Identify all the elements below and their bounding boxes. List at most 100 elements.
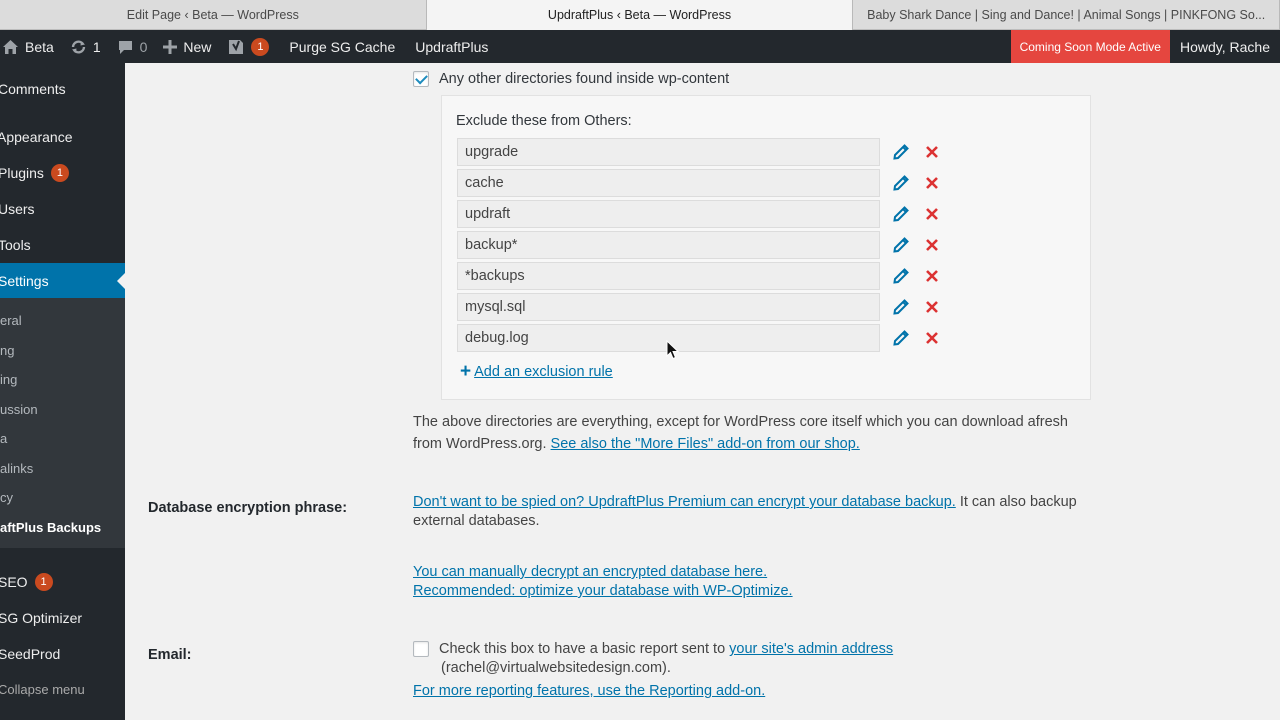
- delete-x-icon[interactable]: [924, 144, 940, 160]
- settings-submenu: eral ng ing ussion a alinks cy aftPlus B…: [0, 298, 125, 548]
- comments-count: 0: [139, 38, 148, 55]
- seo-count: 1: [34, 573, 53, 591]
- collapse-menu-label: Collapse menu: [0, 681, 85, 697]
- submenu-item-general[interactable]: eral: [0, 306, 125, 334]
- yoast-icon: [227, 38, 245, 56]
- delete-x-icon[interactable]: [924, 237, 940, 253]
- updates-link[interactable]: 1: [62, 30, 109, 63]
- yoast-link[interactable]: 1: [219, 30, 277, 63]
- delete-x-icon[interactable]: [924, 330, 940, 346]
- exclusion-rule-row: backup*: [457, 231, 1077, 259]
- add-exclusion-rule-link[interactable]: + Add an exclusion rule: [460, 362, 613, 381]
- pencil-icon[interactable]: [892, 298, 910, 316]
- submenu-item-updraftplus-backups[interactable]: aftPlus Backups: [0, 513, 125, 541]
- pencil-icon[interactable]: [892, 174, 910, 192]
- other-directories-label: Any other directories found inside wp-co…: [439, 71, 730, 87]
- delete-x-icon[interactable]: [924, 206, 940, 222]
- sidebar-item-label: SG Optimizer: [0, 610, 83, 626]
- updraftplus-link[interactable]: UpdraftPlus: [403, 30, 496, 63]
- sidebar-item-label: Appearance: [0, 129, 73, 145]
- comment-icon: [117, 39, 134, 55]
- delete-x-icon[interactable]: [924, 175, 940, 191]
- yoast-count: 1: [251, 37, 270, 56]
- other-directories-option: Any other directories found inside wp-co…: [413, 71, 729, 87]
- sidebar-item-comments[interactable]: Comments: [0, 71, 125, 107]
- exclusion-rule-row: updraft: [457, 200, 1077, 228]
- admin-bar: Beta 1 0 New 1 Purge SG Cache UpdraftPlu…: [0, 30, 1280, 63]
- sidebar-item-tools[interactable]: Tools: [0, 227, 125, 263]
- database-encryption-label: Database encryption phrase:: [148, 500, 348, 516]
- site-name-link[interactable]: Beta: [0, 30, 62, 63]
- pencil-icon[interactable]: [892, 236, 910, 254]
- submenu-item-privacy[interactable]: cy: [0, 483, 125, 511]
- exclusion-rule-field[interactable]: upgrade: [457, 138, 880, 166]
- pencil-icon[interactable]: [892, 267, 910, 285]
- site-name-label: Beta: [25, 38, 54, 55]
- admin-sidebar: Comments Appearance Plugins 1 Users Tool…: [0, 63, 125, 720]
- sidebar-item-label: Settings: [0, 273, 49, 289]
- sidebar-item-appearance[interactable]: Appearance: [0, 119, 125, 155]
- browser-tab-edit-page[interactable]: Edit Page ‹ Beta — WordPress: [0, 0, 427, 30]
- sidebar-item-plugins[interactable]: Plugins 1: [0, 155, 125, 191]
- database-links: You can manually decrypt an encrypted da…: [413, 563, 793, 601]
- exclude-title: Exclude these from Others:: [456, 113, 632, 129]
- more-files-addon-link[interactable]: See also the "More Files" add-on from ou…: [551, 436, 860, 452]
- exclusion-rule-field[interactable]: *backups: [457, 262, 880, 290]
- new-content-link[interactable]: New: [155, 30, 219, 63]
- submenu-item-discussion[interactable]: ussion: [0, 395, 125, 423]
- email-report-text: Check this box to have a basic report se…: [439, 640, 893, 678]
- delete-x-icon[interactable]: [924, 268, 940, 284]
- exclusion-rule-row: *backups: [457, 262, 1077, 290]
- exclusion-rule-row: upgrade: [457, 138, 1077, 166]
- coming-soon-badge[interactable]: Coming Soon Mode Active: [1010, 30, 1170, 63]
- decrypt-database-link[interactable]: You can manually decrypt an encrypted da…: [413, 563, 793, 582]
- sidebar-item-seedprod[interactable]: SeedProd: [0, 636, 125, 672]
- email-address: (rachel@virtualwebsitedesign.com).: [441, 660, 671, 676]
- admin-address-link[interactable]: your site's admin address: [729, 641, 893, 657]
- collapse-menu-button[interactable]: Collapse menu: [0, 671, 125, 707]
- sidebar-item-label: SeedProd: [0, 646, 61, 662]
- email-report-checkbox[interactable]: [413, 641, 429, 657]
- browser-tab-updraftplus[interactable]: UpdraftPlus ‹ Beta — WordPress: [426, 0, 854, 30]
- exclusion-rule-row: mysql.sql: [457, 293, 1077, 321]
- directories-description: The above directories are everything, ex…: [413, 411, 1093, 455]
- exclusion-rule-field[interactable]: cache: [457, 169, 880, 197]
- purge-cache-link[interactable]: Purge SG Cache: [277, 30, 403, 63]
- database-encryption-description: Don't want to be spied on? UpdraftPlus P…: [413, 493, 1093, 531]
- comments-link[interactable]: 0: [109, 30, 156, 63]
- plugins-update-count: 1: [50, 164, 69, 182]
- sidebar-item-sg-optimizer[interactable]: SG Optimizer: [0, 600, 125, 636]
- pencil-icon[interactable]: [892, 205, 910, 223]
- home-icon: [2, 39, 19, 55]
- howdy-account-menu[interactable]: Howdy, Rache: [1170, 30, 1280, 63]
- submenu-item-writing[interactable]: ng: [0, 336, 125, 364]
- exclude-rules-panel: Exclude these from Others: upgrade cache…: [441, 95, 1091, 400]
- exclusion-rule-field[interactable]: backup*: [457, 231, 880, 259]
- sidebar-item-label: Tools: [0, 237, 31, 253]
- browser-tab-bar: Edit Page ‹ Beta — WordPress UpdraftPlus…: [0, 0, 1280, 30]
- premium-encrypt-link[interactable]: Don't want to be spied on? UpdraftPlus P…: [413, 494, 956, 510]
- submenu-item-media[interactable]: a: [0, 424, 125, 452]
- plus-icon: +: [460, 361, 472, 382]
- submenu-item-reading[interactable]: ing: [0, 365, 125, 393]
- other-directories-checkbox[interactable]: [413, 71, 429, 87]
- submenu-item-permalinks[interactable]: alinks: [0, 454, 125, 482]
- sidebar-item-settings[interactable]: Settings: [0, 263, 125, 299]
- sidebar-item-users[interactable]: Users: [0, 191, 125, 227]
- sidebar-item-seo[interactable]: SEO 1: [0, 564, 125, 600]
- add-exclusion-rule-label: Add an exclusion rule: [474, 363, 613, 380]
- email-checkbox-label: Check this box to have a basic report se…: [439, 641, 726, 657]
- updates-icon: [70, 39, 87, 55]
- exclusion-rule-field[interactable]: mysql.sql: [457, 293, 880, 321]
- pencil-icon[interactable]: [892, 329, 910, 347]
- exclusion-rule-field[interactable]: updraft: [457, 200, 880, 228]
- browser-tab-baby-shark[interactable]: Baby Shark Dance | Sing and Dance! | Ani…: [853, 0, 1280, 30]
- delete-x-icon[interactable]: [924, 299, 940, 315]
- plus-icon: [163, 39, 178, 54]
- reporting-addon-link[interactable]: For more reporting features, use the Rep…: [413, 683, 765, 699]
- email-report-option: Check this box to have a basic report se…: [413, 640, 893, 678]
- settings-content: Any other directories found inside wp-co…: [125, 63, 1280, 720]
- wp-optimize-link[interactable]: Recommended: optimize your database with…: [413, 582, 793, 601]
- pencil-icon[interactable]: [892, 143, 910, 161]
- mouse-cursor-icon: [666, 339, 680, 360]
